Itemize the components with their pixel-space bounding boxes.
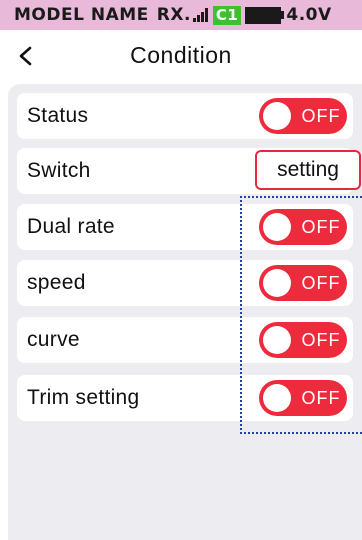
signal-strength-icon: [192, 8, 209, 22]
row-curve: curve OFF: [17, 317, 353, 363]
condition-list: Status OFF Switch setting Dual rate OFF …: [8, 84, 362, 540]
row-dual-rate: Dual rate OFF: [17, 204, 353, 250]
toggle-state-text: OFF: [301, 217, 341, 237]
toggle-state-text: OFF: [301, 330, 341, 350]
dual-rate-toggle[interactable]: OFF: [259, 209, 347, 245]
toggle-knob: [263, 269, 291, 297]
toggle-state-text: OFF: [301, 106, 341, 126]
row-label-trim-setting: Trim setting: [27, 386, 140, 409]
model-name: MODEL NAME: [14, 5, 149, 25]
toggle-knob: [263, 102, 291, 130]
row-label-curve: curve: [27, 328, 80, 351]
row-label-status: Status: [27, 104, 89, 127]
row-speed: speed OFF: [17, 260, 353, 306]
channel-badge: C1: [212, 5, 242, 25]
row-label-switch: Switch: [27, 159, 91, 182]
row-label-dual-rate: Dual rate: [27, 215, 115, 238]
status-bar: MODEL NAME RX. C1 4.0V: [0, 0, 362, 30]
page-title: Condition: [130, 42, 232, 68]
rx-label: RX.: [156, 5, 191, 25]
row-trim-setting: Trim setting OFF: [17, 375, 353, 421]
toggle-knob: [263, 384, 291, 412]
row-label-speed: speed: [27, 271, 86, 294]
toggle-state-text: OFF: [301, 388, 341, 408]
speed-toggle[interactable]: OFF: [259, 265, 347, 301]
battery-voltage: 4.0V: [286, 5, 332, 25]
curve-toggle[interactable]: OFF: [259, 322, 347, 358]
status-toggle[interactable]: OFF: [259, 98, 347, 134]
header: Condition: [0, 36, 362, 80]
trim-setting-toggle[interactable]: OFF: [259, 380, 347, 416]
row-switch: Switch setting: [17, 148, 361, 194]
toggle-knob: [263, 213, 291, 241]
toggle-knob: [263, 326, 291, 354]
row-status: Status OFF: [17, 93, 353, 139]
battery-icon: [245, 6, 285, 24]
switch-setting-button[interactable]: setting: [255, 150, 361, 190]
toggle-state-text: OFF: [301, 273, 341, 293]
